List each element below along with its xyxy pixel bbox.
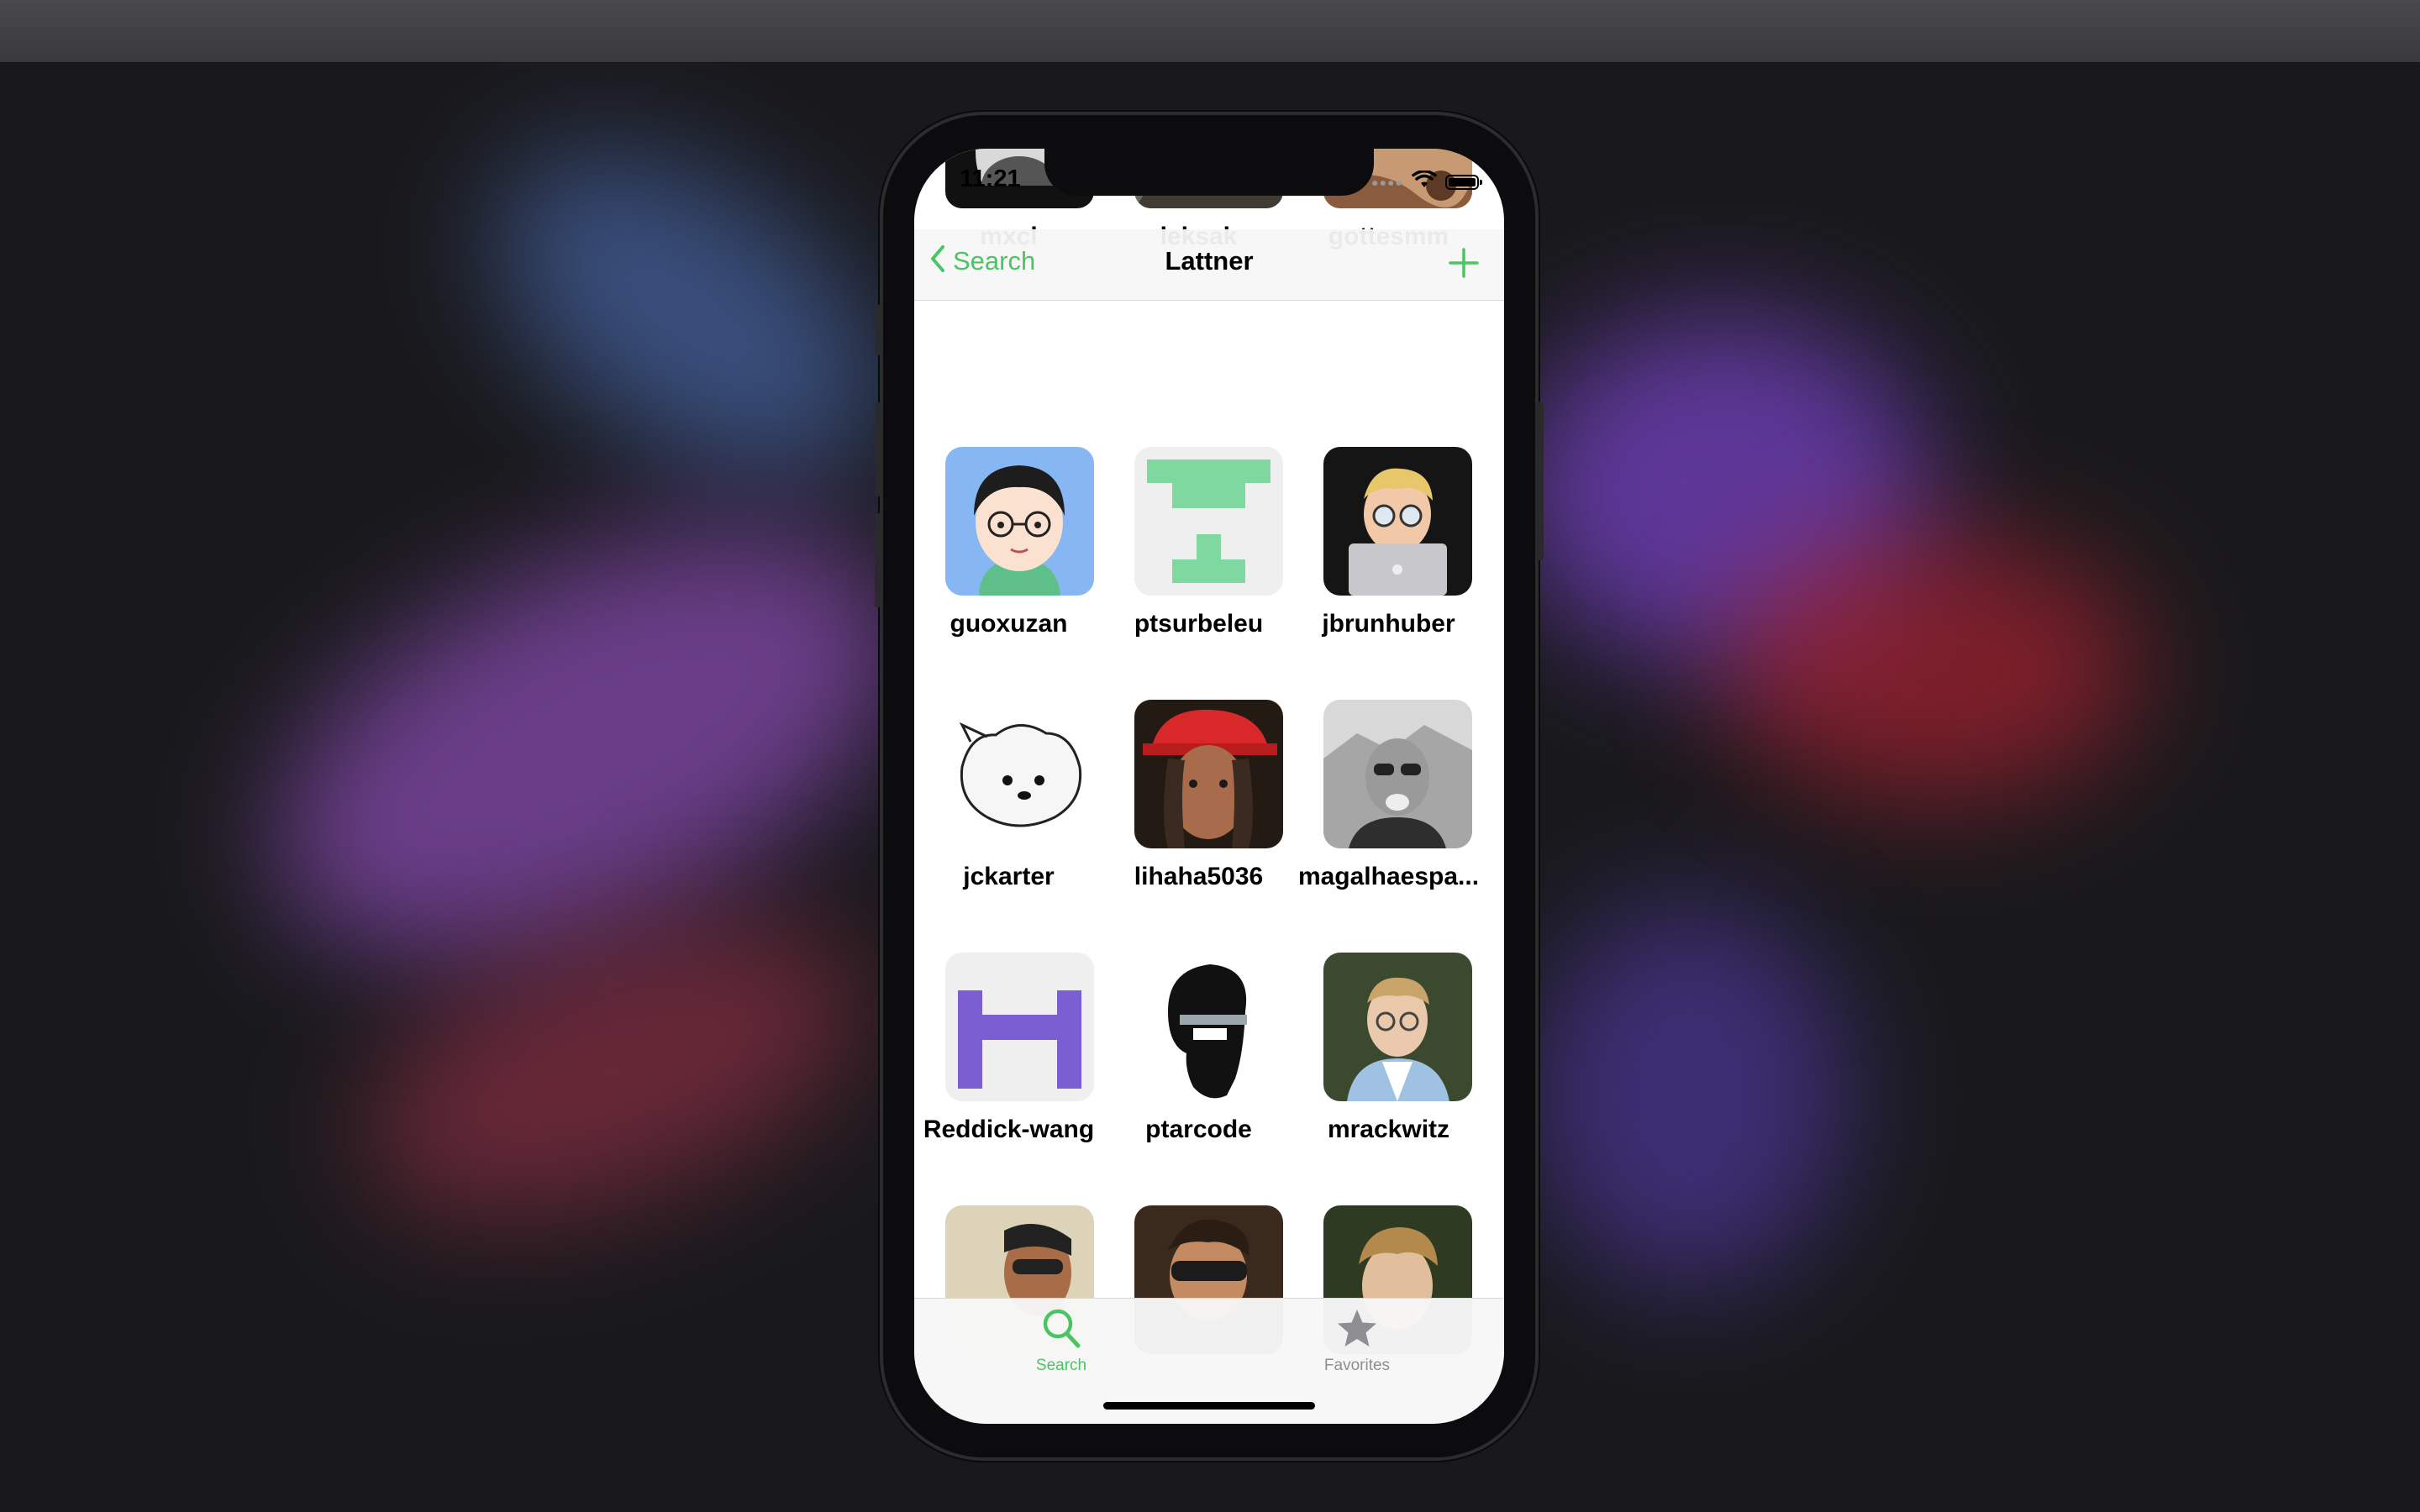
search-icon: [1040, 1309, 1082, 1354]
star-icon: [1335, 1310, 1379, 1354]
status-icons: ●●●●: [1371, 170, 1482, 193]
mute-switch: [875, 305, 883, 355]
username-label: lihaha5036: [1134, 863, 1264, 890]
signal-dots-icon: ●●●●: [1371, 175, 1403, 189]
user-avatar[interactable]: [1323, 700, 1472, 848]
tab-search[interactable]: Search: [1002, 1307, 1120, 1375]
wifi-icon: [1412, 170, 1437, 193]
tab-search-label: Search: [1035, 1357, 1087, 1374]
iphone-frame: mxcl leksak gottesmm guoxuzan: [875, 115, 1544, 1457]
volume-up-button: [875, 402, 883, 496]
user-avatar[interactable]: [1323, 447, 1472, 596]
username-label: magalhaespa...: [1297, 863, 1480, 890]
power-button: [1535, 402, 1544, 560]
page-title: Lattner: [1165, 246, 1254, 276]
add-button[interactable]: [1449, 248, 1479, 282]
user-avatar[interactable]: [1134, 700, 1283, 848]
navigation-bar: Search Lattner: [914, 229, 1504, 301]
host-window-title-bar: [0, 0, 2420, 63]
username-label: mrackwitz: [1327, 1116, 1450, 1143]
username-label: ptsurbeleu: [1134, 610, 1264, 638]
user-avatar[interactable]: [1134, 447, 1283, 596]
notch: [1044, 149, 1374, 196]
tab-favorites-label: Favorites: [1323, 1357, 1391, 1374]
tab-favorites[interactable]: Favorites: [1298, 1307, 1416, 1375]
username-label: Reddick-wang: [923, 1116, 1095, 1143]
username-label: jckarter: [963, 863, 1055, 890]
home-indicator[interactable]: [1103, 1402, 1315, 1410]
volume-down-button: [875, 513, 883, 607]
username-label: jbrunhuber: [1322, 610, 1455, 638]
username-label: ptarcode: [1145, 1116, 1252, 1143]
user-avatar[interactable]: [1134, 953, 1283, 1101]
plus-icon: [1449, 248, 1479, 278]
user-avatar[interactable]: [945, 700, 1094, 848]
status-time: 11:21: [960, 165, 1021, 192]
user-avatar[interactable]: [945, 447, 1094, 596]
user-avatar[interactable]: [945, 953, 1094, 1101]
app-screen: mxcl leksak gottesmm guoxuzan: [914, 149, 1504, 1424]
battery-icon: [1445, 174, 1482, 190]
user-avatar[interactable]: [1323, 953, 1472, 1101]
user-grid[interactable]: mxcl leksak gottesmm guoxuzan: [914, 149, 1504, 1424]
username-label: guoxuzan: [950, 610, 1068, 638]
